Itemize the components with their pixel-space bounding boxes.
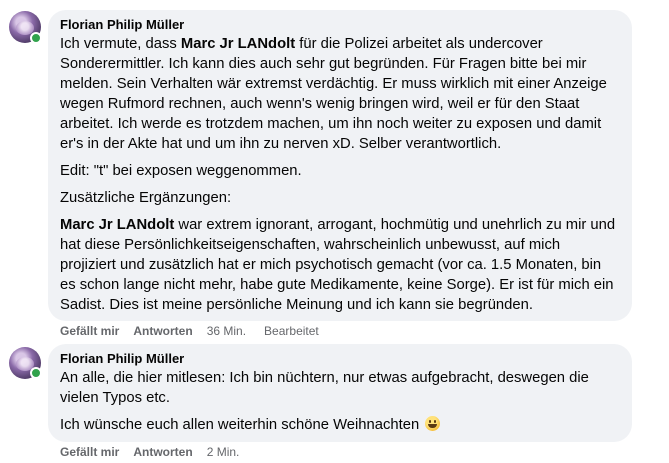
comment-timestamp[interactable]: 2 Min. [207, 445, 240, 459]
reply-button[interactable]: Antworten [133, 324, 192, 338]
comment-actions: Gefällt mir Antworten 36 Min. Bearbeitet [60, 323, 337, 339]
reply-button[interactable]: Antworten [133, 445, 192, 459]
comment-author[interactable]: Florian Philip Müller [60, 351, 620, 367]
comment-bubble: Florian Philip Müller Ich vermute, dass … [48, 10, 632, 321]
comment-paragraph: An alle, die hier mitlesen: Ich bin nüch… [60, 370, 589, 406]
like-button[interactable]: Gefällt mir [60, 445, 119, 459]
comment-actions: Gefällt mir Antworten 2 Min. [60, 444, 257, 460]
comment-timestamp[interactable]: 36 Min. [207, 324, 246, 338]
comment-paragraph: Ich vermute, dass Marc Jr LANdolt für di… [60, 36, 607, 152]
online-status-dot [30, 367, 42, 379]
comment-paragraph: Zusätzliche Ergänzungen: [60, 190, 232, 206]
mention-link[interactable]: Marc Jr LANdolt [181, 36, 295, 52]
mention-link[interactable]: Marc Jr LANdolt [60, 217, 174, 233]
edited-label[interactable]: Bearbeitet [264, 324, 319, 338]
comment-paragraph: Marc Jr LANdolt war extrem ignorant, arr… [60, 217, 616, 313]
comment-paragraph: Edit: "t" bei exposen weggenommen. [60, 163, 302, 179]
comment-bubble: Florian Philip Müller An alle, die hier … [48, 344, 632, 442]
comment-author[interactable]: Florian Philip Müller [60, 17, 620, 33]
grinning-face-icon [425, 416, 441, 431]
comment-paragraph: Ich wünsche euch allen weiterhin schöne … [60, 415, 620, 435]
online-status-dot [30, 32, 42, 44]
like-button[interactable]: Gefällt mir [60, 324, 119, 338]
